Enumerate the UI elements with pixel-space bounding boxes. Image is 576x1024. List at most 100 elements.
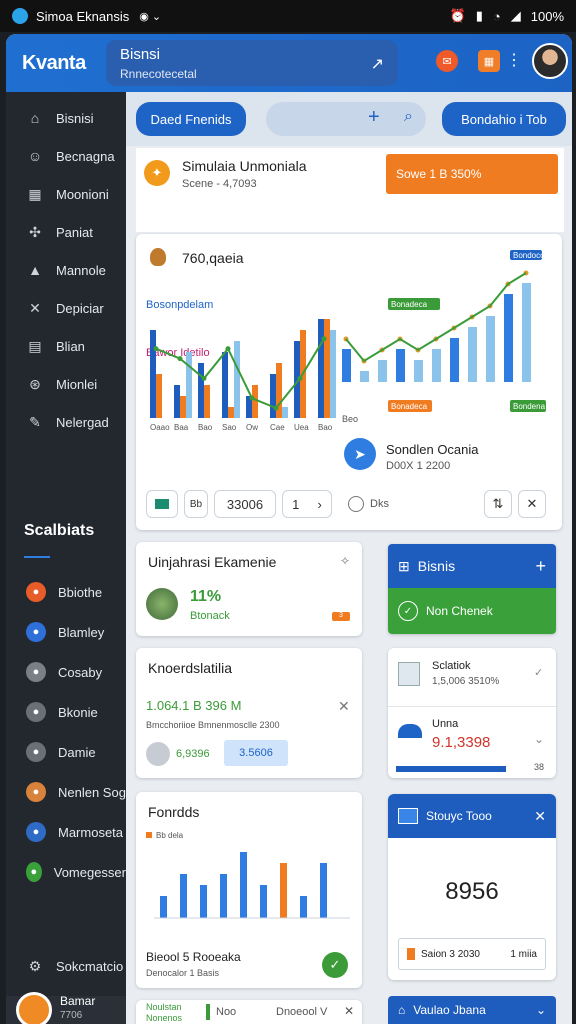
chart-bar — [260, 885, 267, 918]
sidebar-account[interactable]: ● Cosaby — [6, 654, 126, 690]
sidebar-account[interactable]: ● Damie — [6, 734, 126, 770]
summary-badge[interactable]: Sowe 1 B 350% — [386, 154, 558, 194]
chart-bar — [228, 407, 234, 418]
add-friends-button[interactable]: Daed Fnenids — [136, 102, 246, 136]
universal-title: Uinjahrasi Ekamenie — [148, 554, 277, 570]
add-icon[interactable]: + — [535, 556, 546, 577]
sidebar-item-label: Paniat — [56, 224, 93, 240]
profile-strip[interactable]: Bamar 7706 — [6, 992, 126, 1024]
pager[interactable]: 1 › — [282, 490, 332, 518]
close-icon[interactable]: ✕ — [344, 1004, 354, 1018]
calculator-icon — [398, 662, 420, 686]
sidebar-account[interactable]: ● Nenlen Sog — [6, 774, 126, 810]
profile-sub: 7706 — [60, 1010, 83, 1021]
bottom-bar-right[interactable]: Dnoeool V — [276, 1006, 327, 1018]
sidebar-account[interactable]: ● Vomegesser — [6, 854, 126, 890]
sidebar-item[interactable]: ▦ Moonioni — [6, 176, 126, 212]
chart-bar — [396, 349, 405, 382]
sidebar-item-settings[interactable]: ⚙ Sokcmatcio — [6, 948, 126, 984]
add-icon[interactable]: + — [368, 106, 380, 129]
cursor-icon[interactable]: ➤ — [344, 438, 376, 470]
bottom-bar-right-card[interactable]: ⌂ Vaulao Jbana ⌄ — [388, 996, 556, 1024]
chevron-right-icon[interactable]: › — [318, 497, 322, 512]
expand-icon[interactable]: ↗ — [371, 54, 384, 74]
sidebar-item-label: Nelergad — [56, 414, 109, 430]
sort-icon[interactable]: ⇅ — [484, 490, 512, 518]
profile-name: Bamar — [60, 994, 96, 1008]
sidebar-item[interactable]: ☺ Becnagna — [6, 138, 126, 174]
universal-card[interactable]: Uinjahrasi Ekamenie ✧ 11% Btonack 3 — [136, 542, 362, 636]
divider — [388, 706, 556, 707]
check-icon[interactable]: ✓ — [322, 952, 348, 978]
view-toggle-button[interactable]: Bb — [184, 490, 208, 518]
more-menu-icon[interactable]: ⋮ — [506, 50, 522, 70]
search-input[interactable] — [266, 102, 426, 136]
close-icon[interactable]: ✕ — [338, 698, 350, 715]
chart-bar — [220, 874, 227, 918]
universal-value: 11% — [190, 588, 222, 605]
account-icon: ● — [26, 662, 46, 682]
alarm-icon: ⏰ — [449, 8, 466, 23]
gear-icon: ⚙ — [28, 957, 42, 974]
new-check-row[interactable]: ✓ Non Chenek — [388, 588, 556, 634]
bottom-bar-l2: Nonenos — [146, 1013, 183, 1023]
chart-bar — [432, 349, 441, 382]
klient-v2[interactable]: 3.5606 — [224, 740, 288, 766]
big-chip-label2: 1 miia — [510, 948, 537, 960]
summary-sub: Scene - 4,7093 — [182, 178, 257, 190]
sidebar-account[interactable]: ● Bbiothe — [6, 574, 126, 610]
notification-bell-icon[interactable]: ✉ — [436, 50, 458, 72]
big-value-card[interactable]: Stouyc Tooo ✕ 8956 Saion 3 2030 1 miia — [388, 794, 556, 980]
user-avatar[interactable] — [532, 43, 568, 79]
radio-label: Dks — [370, 498, 389, 510]
klient-value: 1.064.1 B 396 M — [146, 698, 242, 713]
sidebar-account[interactable]: ● Marmoseta — [6, 814, 126, 850]
chart-icon: ▲ — [28, 262, 42, 278]
calendar-icon[interactable]: ▦ — [478, 50, 500, 72]
funds-card[interactable]: Fonrdds Bb dela Bieool 5 Rooeaka Denocal… — [136, 792, 362, 988]
app-window: Kvanta Bisnsi Rnnecotecetal ↗ ✉ ▦ ⋮ ⌂ Bis… — [6, 34, 572, 1024]
chevron-down-icon[interactable]: ⌄ — [534, 732, 544, 746]
unit-corner: 38 — [534, 762, 545, 772]
radio-button[interactable] — [348, 496, 364, 512]
sidebar-item-label: Bisnisi — [56, 110, 94, 126]
puzzle-icon: ✣ — [29, 223, 41, 240]
sidebar-item[interactable]: ▲ Mannole — [6, 252, 126, 288]
klient-title: Knoerdslatilia — [148, 660, 233, 676]
chart-bar — [180, 396, 186, 418]
bisnis-card[interactable]: ⊞ Bisnis + ✓ Non Chenek — [388, 544, 556, 634]
chart-bar — [342, 349, 351, 382]
close-icon[interactable]: ✕ — [534, 808, 546, 825]
chart-bar — [378, 360, 387, 382]
table-view-icon[interactable] — [146, 490, 178, 518]
profile-dashboard-button[interactable]: Bondahio i Tob — [442, 102, 566, 136]
big-value-chip[interactable]: Saion 3 2030 1 miia — [398, 938, 546, 970]
search-icon[interactable]: ⌕ — [404, 108, 413, 126]
sidebar-item-label: Depiciar — [56, 300, 104, 316]
sidebar-item[interactable]: ⌂ Bisnisi — [6, 100, 126, 136]
bottom-bar-left[interactable]: Noulstan Nonenos Noo Dnoeool V ✕ — [136, 1000, 362, 1024]
chart-bar — [156, 374, 162, 418]
sidebar-item[interactable]: ✎ Nelergad — [6, 404, 126, 440]
chevron-down-icon[interactable]: ⌄ — [536, 1003, 546, 1017]
sidebar-account[interactable]: ● Blamley — [6, 614, 126, 650]
chart-bar — [504, 294, 513, 382]
sidebar-item[interactable]: ✣ Paniat — [6, 214, 126, 250]
stats-card[interactable]: Sclatiok 1,5,006 3510% ✓ Unna 9.1,3398 ⌄… — [388, 648, 556, 778]
notification-icon: ◉ ⌄ — [139, 10, 162, 23]
value-input[interactable]: 33006 — [214, 490, 276, 518]
sidebar-item[interactable]: ✕ Depiciar — [6, 290, 126, 326]
chart-bar — [160, 896, 167, 918]
klient-card[interactable]: Knoerdslatilia 1.064.1 B 396 M ✕ Bmcchor… — [136, 648, 362, 778]
wifi-icon: ◔ — [492, 8, 501, 24]
expand-arrows-icon[interactable]: ✕ — [518, 490, 546, 518]
category-label: Cae — [270, 423, 285, 432]
summary-title: Simulaia Unmoniala — [182, 158, 307, 174]
bisnis-header: ⊞ Bisnis + — [388, 544, 556, 588]
chart-bar — [282, 407, 288, 418]
profile-avatar — [16, 992, 52, 1024]
sidebar-item[interactable]: ▤ Blian — [6, 328, 126, 364]
sidebar-account[interactable]: ● Bkonie — [6, 694, 126, 730]
sidebar-item[interactable]: ⊛ Mionlei — [6, 366, 126, 402]
check-icon: ✓ — [534, 667, 544, 679]
